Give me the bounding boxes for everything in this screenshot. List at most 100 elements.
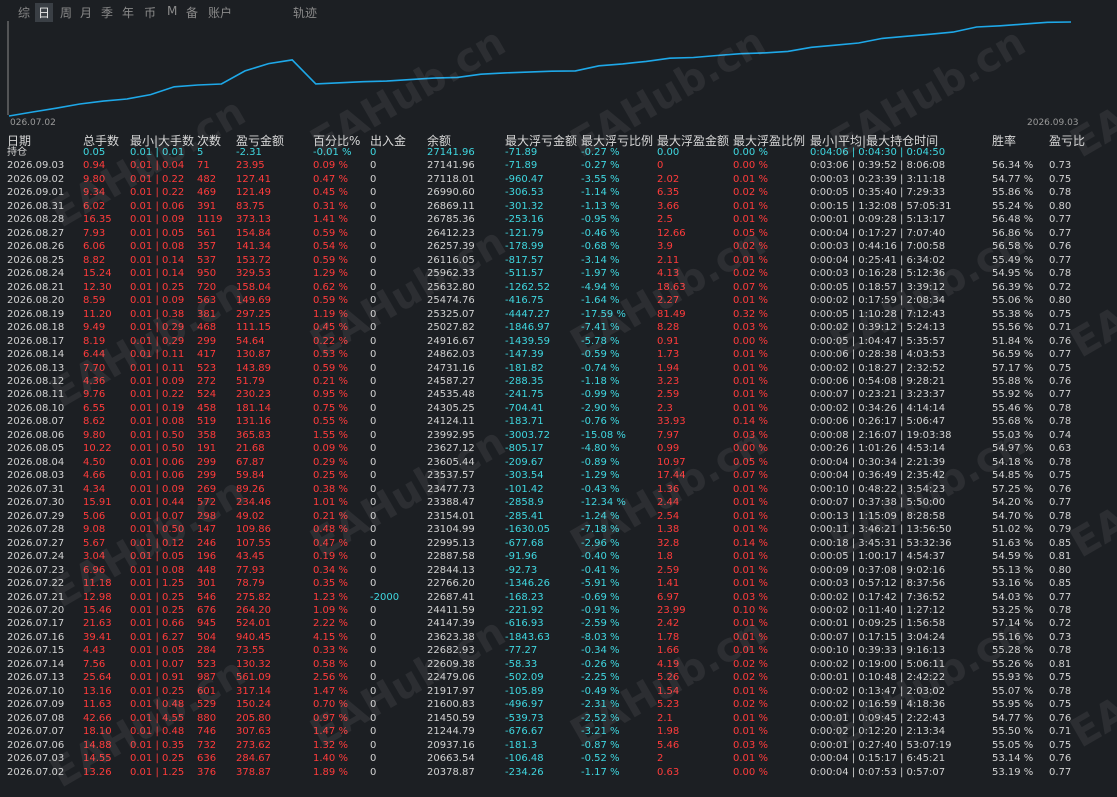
table-cell: 0	[370, 214, 377, 226]
table-cell: 0.01 %	[733, 551, 768, 563]
table-cell: 0.76	[1049, 483, 1072, 495]
table-cell: 636	[197, 753, 217, 765]
table-cell: 317.14	[236, 685, 271, 697]
table-cell: 2.22 %	[313, 618, 348, 630]
table-cell: 0.59 %	[313, 295, 348, 307]
table-cell: 0.01 | 0.19	[130, 402, 185, 414]
table-cell: 0.78	[1049, 187, 1072, 199]
table-row[interactable]: 2026.07.03 14.55 0.01 | 0.25 636 284.67 1.40 …	[0, 752, 1117, 765]
table-cell: 22682.93	[427, 645, 475, 657]
table-row[interactable]: 2026.07.16 39.41 0.01 | 6.27 504 940.45 4.15 …	[0, 631, 1117, 644]
table-row[interactable]: 2026.08.06 9.80 0.01 | 0.50 358 365.83 1.55 %…	[0, 429, 1117, 442]
table-cell: 0:00:05 | 1:00:17 | 4:54:37	[810, 551, 946, 563]
table-cell: 8.28	[657, 322, 680, 334]
table-cell: 0	[370, 631, 377, 643]
table-row[interactable]: 2026.07.09 11.63 0.01 | 0.48 529 150.24 0.70 …	[0, 698, 1117, 711]
table-cell: 0	[370, 564, 377, 576]
table-row[interactable]: 2026.07.17 21.63 0.01 | 0.66 945 524.01 2.22 …	[0, 617, 1117, 630]
table-row[interactable]: 2026.08.31 6.02 0.01 | 0.06 391 83.75 0.31 % 0…	[0, 200, 1117, 213]
table-row[interactable]: 2026.08.03 4.66 0.01 | 0.06 299 59.84 0.25 % 0…	[0, 469, 1117, 482]
table-cell: 0.31 %	[313, 200, 348, 212]
table-cell: 22479.06	[427, 672, 475, 684]
table-cell: 0.73	[1049, 631, 1072, 643]
table-cell: 0.95 %	[313, 389, 348, 401]
table-cell: 22995.13	[427, 537, 475, 549]
table-row[interactable]: 2026.08.04 4.50 0.01 | 0.06 299 67.87 0.29 % 0…	[0, 456, 1117, 469]
table-row[interactable]: 2026.07.22 11.18 0.01 | 1.25 301 78.79 0.35 %…	[0, 577, 1117, 590]
table-cell: 5.46	[657, 739, 680, 751]
table-row[interactable]: 2026.08.05 10.22 0.01 | 0.50 191 21.68 0.09 %…	[0, 442, 1117, 455]
table-row[interactable]: 2026.08.18 9.49 0.01 | 0.29 468 111.15 0.45 %…	[0, 321, 1117, 334]
table-cell: 2026.08.06	[7, 429, 65, 441]
table-row[interactable]: 2026.09.01 9.34 0.01 | 0.22 469 121.49 0.45 %…	[0, 186, 1117, 199]
table-row[interactable]: 2026.08.17 8.19 0.01 | 0.29 299 54.64 0.22 % 0…	[0, 335, 1117, 348]
table-row[interactable]: 2026.07.20 15.46 0.01 | 0.25 676 264.20 1.09 …	[0, 604, 1117, 617]
table-cell: 391	[197, 200, 217, 212]
table-cell: 67.87	[236, 456, 265, 468]
tab-7[interactable]: M	[164, 3, 180, 19]
table-cell: -5.78 %	[581, 335, 620, 347]
table-cell: 持仓	[7, 147, 27, 158]
table-row[interactable]: 2026.08.10 6.55 0.01 | 0.19 458 181.14 0.75 %…	[0, 402, 1117, 415]
table-row[interactable]: 2026.07.02 13.26 0.01 | 1.25 376 378.87 1.89 …	[0, 766, 1117, 779]
table-cell: 0	[370, 308, 377, 320]
balance-chart	[4, 19, 1114, 131]
table-row[interactable]: 2026.08.27 7.93 0.01 | 0.05 561 154.84 0.59 %…	[0, 227, 1117, 240]
table-row[interactable]: 2026.07.15 4.43 0.01 | 0.05 284 73.55 0.33 % 0…	[0, 644, 1117, 657]
table-row[interactable]: 2026.08.07 8.62 0.01 | 0.08 519 131.16 0.55 %…	[0, 415, 1117, 428]
table-cell: 24411.59	[427, 604, 475, 616]
table-cell: 55.26 %	[992, 658, 1034, 670]
table-cell: 0.00	[657, 147, 680, 158]
table-cell: 1.73	[657, 349, 680, 361]
table-cell: 9.76	[83, 389, 106, 401]
table-row[interactable]: 2026.07.08 42.66 0.01 | 4.55 880 205.80 0.97 …	[0, 712, 1117, 725]
table-row[interactable]: 2026.07.06 14.88 0.01 | 0.35 732 273.62 1.32 …	[0, 739, 1117, 752]
table-row[interactable]: 2026.07.21 12.98 0.01 | 0.25 546 275.82 1.23 …	[0, 591, 1117, 604]
table-cell: 21.68	[236, 443, 265, 455]
table-row[interactable]: 2026.08.24 15.24 0.01 | 0.14 950 329.53 1.29 …	[0, 267, 1117, 280]
table-cell: 2026.07.06	[7, 739, 65, 751]
table-row[interactable]: 2026.07.30 15.91 0.01 | 0.44 572 234.46 1.01 …	[0, 496, 1117, 509]
table-cell: 246	[197, 537, 217, 549]
table-row[interactable]: 2026.08.26 6.06 0.01 | 0.08 357 141.34 0.54 %…	[0, 240, 1117, 253]
table-cell: 417	[197, 349, 217, 361]
table-row[interactable]: 2026.07.29 5.06 0.01 | 0.07 298 49.02 0.21 % 0…	[0, 510, 1117, 523]
table-cell: 23605.44	[427, 456, 475, 468]
table-row[interactable]: 2026.08.13 7.70 0.01 | 0.11 523 143.89 0.59 %…	[0, 362, 1117, 375]
table-row[interactable]: 2026.07.10 13.16 0.01 | 0.25 601 317.14 1.47 …	[0, 685, 1117, 698]
table-row[interactable]: 2026.08.19 11.20 0.01 | 0.38 381 297.25 1.19 …	[0, 308, 1117, 321]
table-cell: 2026.08.27	[7, 227, 65, 239]
table-cell: 23537.57	[427, 470, 475, 482]
holding-row[interactable]: 持仓 0.05 0.01 | 0.01 5 -2.31 -0.01 % 0 27141.96 -…	[0, 146, 1117, 159]
table-cell: 9.08	[83, 524, 106, 536]
table-row[interactable]: 2026.08.14 6.44 0.01 | 0.11 417 130.87 0.53 %…	[0, 348, 1117, 361]
table-cell: 1.55 %	[313, 429, 348, 441]
table-row[interactable]: 2026.09.03 0.94 0.01 | 0.04 71 23.95 0.09 % 0 2…	[0, 159, 1117, 172]
table-cell: 55.03 %	[992, 429, 1034, 441]
table-row[interactable]: 2026.08.28 16.35 0.01 | 0.09 1119 373.13 1.41…	[0, 213, 1117, 226]
table-cell: 0:00:01 | 0:09:28 | 5:13:17	[810, 214, 946, 226]
table-cell: 482	[197, 173, 217, 185]
table-cell: 1.47 %	[313, 685, 348, 697]
table-row[interactable]: 2026.07.31 4.34 0.01 | 0.09 269 89.26 0.38 % 0…	[0, 483, 1117, 496]
table-row[interactable]: 2026.07.28 9.08 0.01 | 0.50 147 109.86 0.48 %…	[0, 523, 1117, 536]
table-cell: 0	[370, 173, 377, 185]
table-cell: 23627.12	[427, 443, 475, 455]
table-row[interactable]: 2026.07.23 6.96 0.01 | 0.08 448 77.93 0.34 % 0…	[0, 564, 1117, 577]
table-row[interactable]: 2026.08.21 12.30 0.01 | 0.25 720 158.04 0.62 …	[0, 281, 1117, 294]
table-cell: -0.89 %	[581, 456, 620, 468]
table-row[interactable]: 2026.07.07 18.10 0.01 | 0.48 746 307.63 1.47 …	[0, 725, 1117, 738]
table-cell: 2.59	[657, 389, 680, 401]
table-row[interactable]: 2026.08.25 8.82 0.01 | 0.14 537 153.72 0.59 %…	[0, 254, 1117, 267]
table-row[interactable]: 2026.07.24 3.04 0.01 | 0.05 196 43.45 0.19 % 0…	[0, 550, 1117, 563]
table-row[interactable]: 2026.07.14 7.56 0.01 | 0.07 523 130.32 0.58 %…	[0, 658, 1117, 671]
table-row[interactable]: 2026.08.12 4.36 0.01 | 0.09 272 51.79 0.21 % 0…	[0, 375, 1117, 388]
table-cell: 21450.59	[427, 712, 475, 724]
table-row[interactable]: 2026.07.13 25.64 0.01 | 0.91 987 561.09 2.56 …	[0, 671, 1117, 684]
table-row[interactable]: 2026.08.11 9.76 0.01 | 0.22 524 230.23 0.95 %…	[0, 388, 1117, 401]
table-cell: 55.92 %	[992, 389, 1034, 401]
table-row[interactable]: 2026.08.20 8.59 0.01 | 0.09 563 149.69 0.59 %…	[0, 294, 1117, 307]
table-cell: -2.31 %	[581, 699, 620, 711]
table-row[interactable]: 2026.09.02 9.80 0.01 | 0.22 482 127.41 0.47 %…	[0, 173, 1117, 186]
table-row[interactable]: 2026.07.27 5.67 0.01 | 0.12 246 107.55 0.47 %…	[0, 537, 1117, 550]
